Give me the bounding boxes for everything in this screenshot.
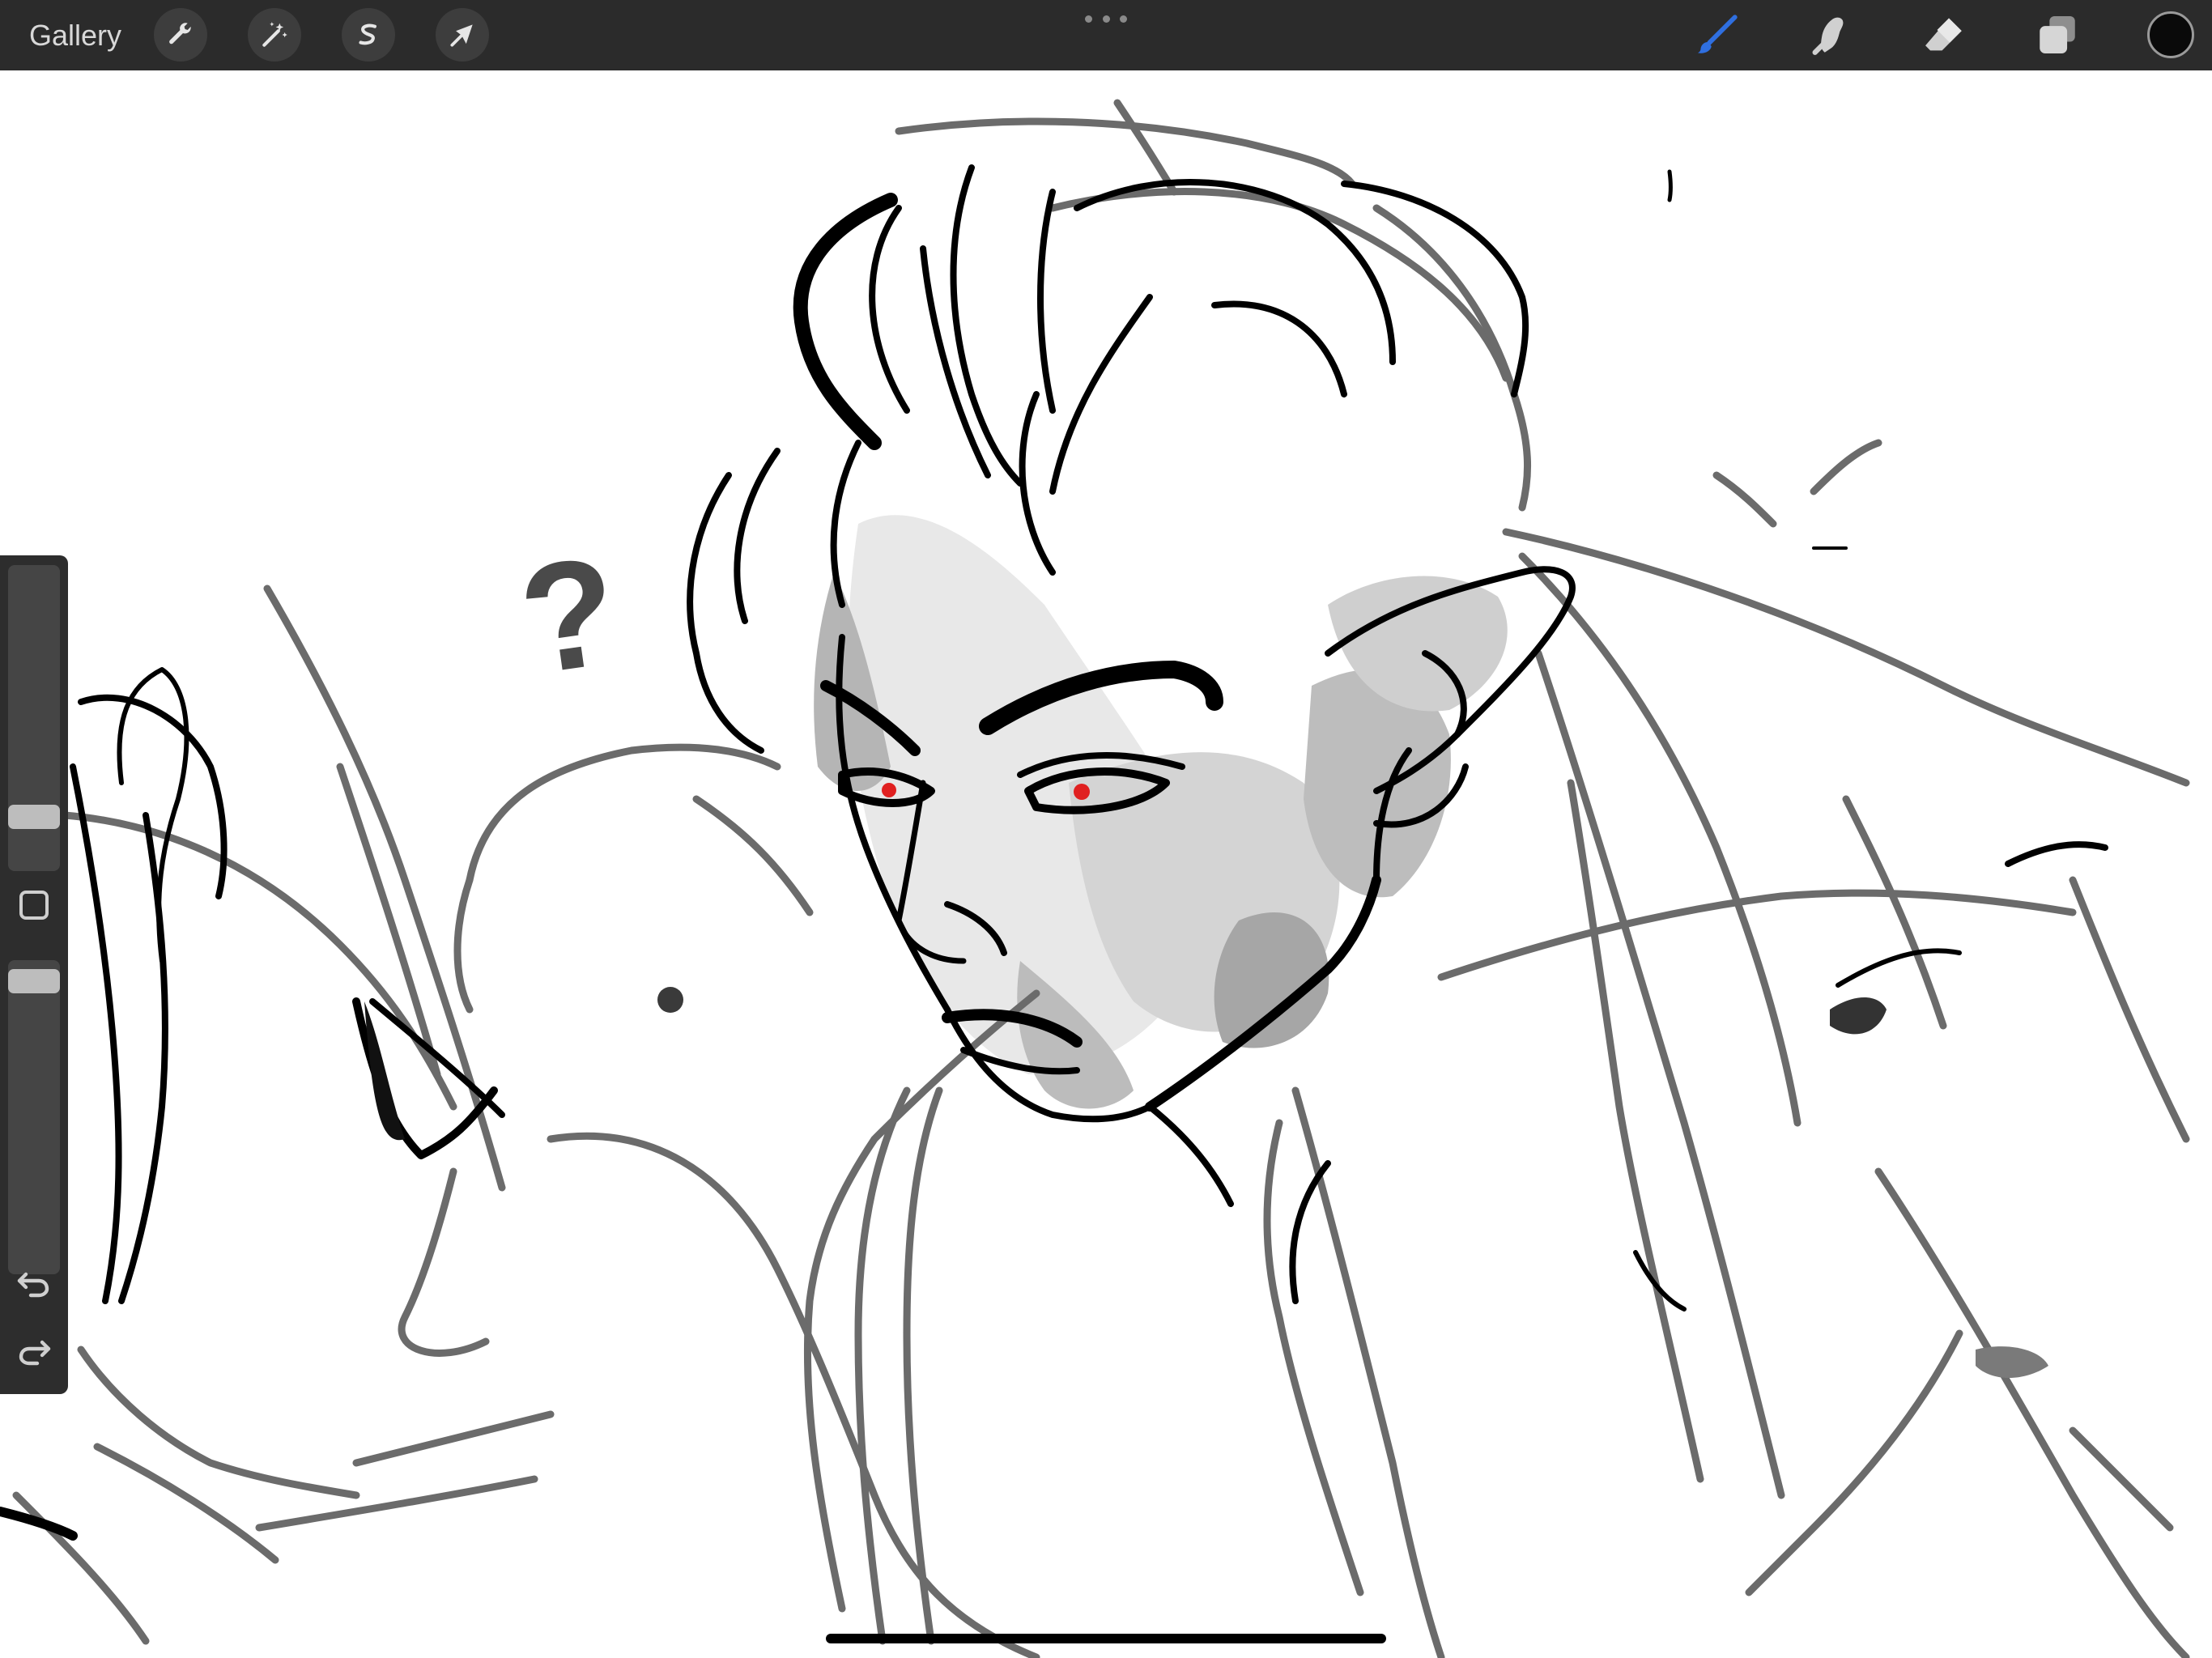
more-options-button[interactable] xyxy=(1085,6,1127,31)
ellipsis-dot xyxy=(1120,15,1127,23)
wrench-icon xyxy=(169,23,191,45)
left-sidebar xyxy=(0,555,68,1394)
smudge-tool-button[interactable] xyxy=(1802,6,1859,63)
gallery-button[interactable]: Gallery xyxy=(29,0,121,70)
adjustments-button[interactable] xyxy=(248,8,301,62)
brush-icon xyxy=(1697,15,1738,53)
arrow-cursor-icon xyxy=(450,24,473,47)
color-picker-button[interactable] xyxy=(2147,11,2194,58)
magic-wand-icon xyxy=(262,22,287,47)
opacity-slider-thumb[interactable] xyxy=(8,968,60,993)
sketch-dot xyxy=(657,987,683,1013)
brush-size-slider[interactable] xyxy=(8,565,60,871)
selection-button[interactable] xyxy=(342,8,395,62)
brush-tool-button[interactable] xyxy=(1689,6,1746,63)
sketch-artwork: ? xyxy=(0,70,2212,1658)
procreate-app: Gallery ? xyxy=(0,0,2212,1658)
ellipsis-dot xyxy=(1102,15,1110,23)
drawing-canvas[interactable]: ? xyxy=(0,70,2212,1658)
modify-button[interactable] xyxy=(19,891,49,920)
left-eye-pupil xyxy=(882,783,896,797)
undo-icon xyxy=(17,1272,49,1298)
redo-button[interactable] xyxy=(15,1331,53,1370)
layers-icon xyxy=(2040,16,2075,53)
ellipsis-icon xyxy=(1085,15,1092,23)
selection-s-icon xyxy=(359,23,376,45)
undo-button[interactable] xyxy=(15,1263,53,1302)
layers-button[interactable] xyxy=(2029,6,2086,63)
redo-icon xyxy=(19,1340,51,1366)
eraser-tool-button[interactable] xyxy=(1916,6,1972,63)
brush-size-slider-thumb[interactable] xyxy=(8,804,60,829)
actions-button[interactable] xyxy=(154,8,207,62)
home-indicator[interactable] xyxy=(826,1634,1386,1643)
eraser-icon xyxy=(1925,18,1962,51)
transform-button[interactable] xyxy=(436,8,489,62)
top-toolbar: Gallery xyxy=(0,0,2212,70)
smudge-icon xyxy=(1812,17,1844,55)
opacity-slider[interactable] xyxy=(8,960,60,1274)
right-eye-pupil xyxy=(1074,784,1090,800)
